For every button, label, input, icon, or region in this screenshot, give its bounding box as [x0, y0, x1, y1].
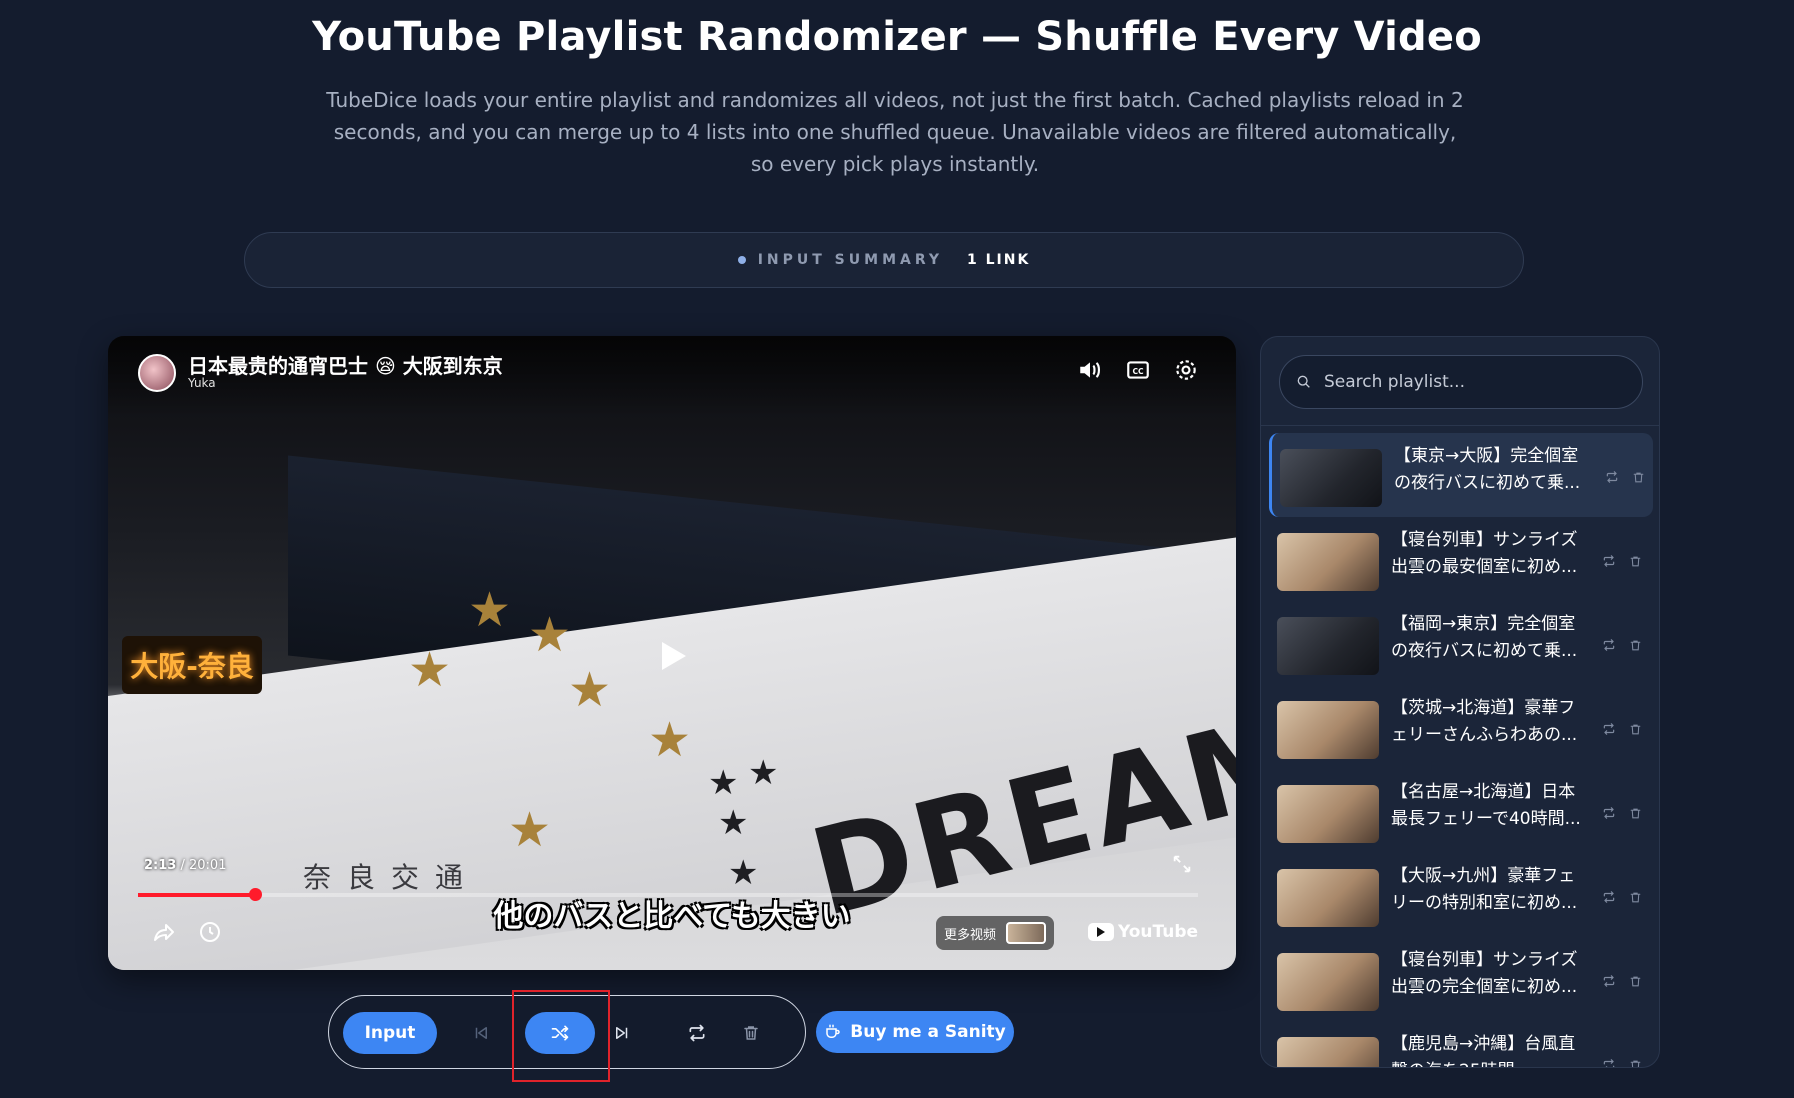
- input-summary-bar: INPUT SUMMARY 1 LINK: [244, 232, 1524, 288]
- star-decoration: ★: [728, 853, 759, 893]
- video-frame-kanji: 奈良交通: [303, 861, 480, 894]
- input-button[interactable]: Input: [343, 1012, 437, 1054]
- svg-text:CC: CC: [1132, 367, 1144, 376]
- summary-label-text: INPUT SUMMARY: [757, 252, 943, 268]
- star-decoration: ★: [408, 642, 452, 698]
- summary-dot-icon: [737, 256, 746, 264]
- playlist-thumbnail: [1277, 953, 1379, 1011]
- volume-icon[interactable]: [1074, 354, 1106, 386]
- star-decoration: ★: [468, 582, 512, 638]
- playlist-item-title: 【鹿児島→沖縄】台風直撃の海を25時間...: [1391, 1034, 1576, 1067]
- delete-icon[interactable]: [1627, 637, 1643, 653]
- page-description: TubeDice loads your entire playlist and …: [326, 88, 1464, 176]
- playlist-item[interactable]: 【大阪→九州】豪華フェリーの特別和室に初め...: [1269, 853, 1653, 937]
- requeue-icon[interactable]: [1601, 637, 1617, 653]
- time-current: 2:13: [144, 858, 177, 873]
- star-decoration: ★: [528, 607, 572, 663]
- share-icon[interactable]: [148, 916, 180, 948]
- requeue-icon[interactable]: [1604, 469, 1620, 485]
- more-videos-thumbnail: [1006, 922, 1046, 944]
- summary-label: INPUT SUMMARY: [737, 252, 943, 268]
- summary-count: 1 LINK: [966, 252, 1031, 268]
- playlist-item-title: 【茨城→北海道】豪華フェリーさんふらわあの...: [1391, 698, 1578, 745]
- requeue-icon[interactable]: [1601, 889, 1617, 905]
- requeue-icon[interactable]: [1601, 973, 1617, 989]
- page-title: YouTube Playlist Randomizer — Shuffle Ev…: [312, 14, 1482, 60]
- youtube-play-icon: [1088, 923, 1114, 941]
- playlist-item[interactable]: 【寝台列車】サンライズ出雲の完全個室に初め...: [1269, 937, 1653, 1021]
- playlist-thumbnail: [1280, 449, 1382, 507]
- playlist-search[interactable]: [1279, 355, 1643, 409]
- delete-icon[interactable]: [1627, 553, 1643, 569]
- watch-later-clock-icon[interactable]: [194, 916, 226, 948]
- playlist-thumbnail: [1277, 869, 1379, 927]
- playlist-item[interactable]: 【茨城→北海道】豪華フェリーさんふらわあの...: [1269, 685, 1653, 769]
- repeat-icon[interactable]: [676, 1012, 718, 1054]
- search-input[interactable]: [1324, 372, 1624, 392]
- delete-icon[interactable]: [1627, 805, 1643, 821]
- playlist-item[interactable]: 【福岡→東京】完全個室の夜行バスに初めて乗...: [1269, 601, 1653, 685]
- playlist-thumbnail: [1277, 701, 1379, 759]
- playlist-thumbnail: [1277, 617, 1379, 675]
- playlist-thumbnail: [1277, 1037, 1379, 1067]
- playlist-item[interactable]: 【名古屋→北海道】日本最長フェリーで40時間...: [1269, 769, 1653, 853]
- delete-icon[interactable]: [1627, 721, 1643, 737]
- delete-icon[interactable]: [1627, 1057, 1643, 1067]
- playlist-item-title: 【寝台列車】サンライズ出雲の完全個室に初め...: [1391, 950, 1578, 997]
- star-decoration: ★: [708, 763, 739, 803]
- star-decoration: ★: [508, 802, 552, 858]
- youtube-logo-text: YouTube: [1118, 922, 1199, 942]
- settings-gear-icon[interactable]: [1170, 354, 1202, 386]
- delete-icon[interactable]: [1630, 469, 1646, 485]
- playlist-panel: 【東京→大阪】完全個室の夜行バスに初めて乗... 【寝台列車】サンライズ出雲の最安…: [1260, 336, 1660, 1068]
- captions-icon[interactable]: CC: [1122, 354, 1154, 386]
- playlist-item[interactable]: 【鹿児島→沖縄】台風直撃の海を25時間...: [1269, 1021, 1653, 1067]
- playlist-thumbnail: [1277, 785, 1379, 843]
- star-decoration: ★: [648, 712, 692, 768]
- requeue-icon[interactable]: [1601, 721, 1617, 737]
- delete-icon[interactable]: [1627, 889, 1643, 905]
- star-decoration: ★: [718, 803, 749, 843]
- video-player[interactable]: 大阪-奈良 ★ ★ ★ ★ ★ ★ ★ ★ ★ ★ DREAM 奈良交通 日本最…: [108, 336, 1236, 970]
- time-display: 2:13 / 20:01: [144, 858, 227, 873]
- play-icon[interactable]: [652, 636, 692, 676]
- video-frame-sign: 大阪-奈良: [122, 636, 262, 694]
- star-decoration: ★: [568, 662, 612, 718]
- time-total: 20:01: [189, 858, 227, 873]
- video-subtitle: 他のバスと比べても大きい: [493, 899, 851, 934]
- trash-icon[interactable]: [730, 1012, 772, 1054]
- playlist-item-title: 【名古屋→北海道】日本最長フェリーで40時間...: [1391, 782, 1581, 829]
- playlist-list: 【東京→大阪】完全個室の夜行バスに初めて乗... 【寝台列車】サンライズ出雲の最安…: [1269, 433, 1653, 1067]
- playlist-item-title: 【東京→大阪】完全個室の夜行バスに初めて乗...: [1394, 446, 1581, 493]
- more-videos-button[interactable]: 更多视频: [936, 916, 1054, 950]
- fullscreen-expand-icon[interactable]: [1166, 848, 1198, 880]
- more-videos-label: 更多视频: [944, 927, 997, 943]
- requeue-icon[interactable]: [1601, 1057, 1617, 1067]
- playlist-item[interactable]: 【寝台列車】サンライズ出雲の最安個室に初め...: [1269, 517, 1653, 601]
- requeue-icon[interactable]: [1601, 805, 1617, 821]
- playlist-item[interactable]: 【東京→大阪】完全個室の夜行バスに初めて乗...: [1269, 433, 1653, 517]
- previous-icon[interactable]: [460, 1012, 502, 1054]
- buy-me-a-sanity-button[interactable]: Buy me a Sanity: [816, 1011, 1014, 1053]
- playlist-item-title: 【福岡→東京】完全個室の夜行バスに初めて乗...: [1391, 614, 1578, 661]
- coffee-cup-icon: [826, 1024, 840, 1038]
- search-icon: [1297, 375, 1310, 388]
- delete-icon[interactable]: [1627, 973, 1643, 989]
- star-decoration: ★: [748, 753, 779, 793]
- video-channel[interactable]: Yuka: [188, 376, 216, 390]
- buy-button-label: Buy me a Sanity: [850, 1022, 1006, 1042]
- panel-divider: [1261, 425, 1659, 426]
- playlist-item-title: 【寝台列車】サンライズ出雲の最安個室に初め...: [1391, 530, 1578, 577]
- youtube-logo[interactable]: YouTube: [1088, 922, 1198, 942]
- video-title[interactable]: 日本最贵的通宵巴士 😪 大阪到东京: [188, 350, 503, 379]
- avatar[interactable]: [138, 354, 176, 392]
- shuffle-highlight-box: [512, 990, 610, 1082]
- playlist-thumbnail: [1277, 533, 1379, 591]
- playlist-item-title: 【大阪→九州】豪華フェリーの特別和室に初め...: [1391, 866, 1578, 913]
- requeue-icon[interactable]: [1601, 553, 1617, 569]
